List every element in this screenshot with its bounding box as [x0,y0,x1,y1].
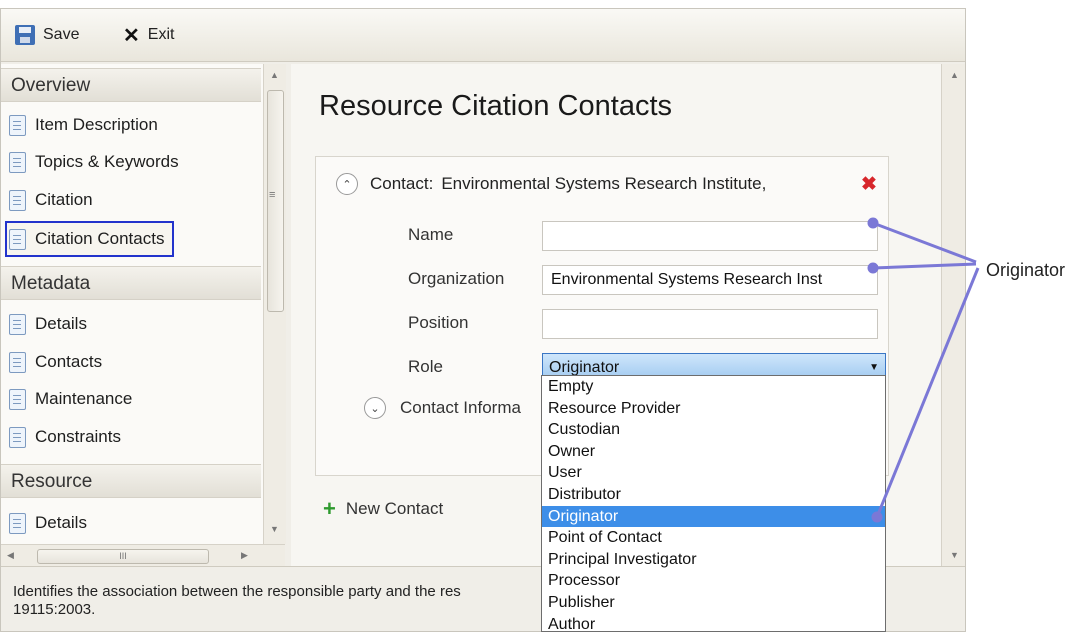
callout-dot [867,217,879,229]
callout-line-organization [872,262,977,270]
callout-label: Originator [986,260,1066,280]
callout-dot [867,262,879,274]
callout-line-role [875,267,980,518]
callout-lines [867,217,980,523]
callout-dot [871,511,883,523]
callout-line-name [872,221,977,264]
